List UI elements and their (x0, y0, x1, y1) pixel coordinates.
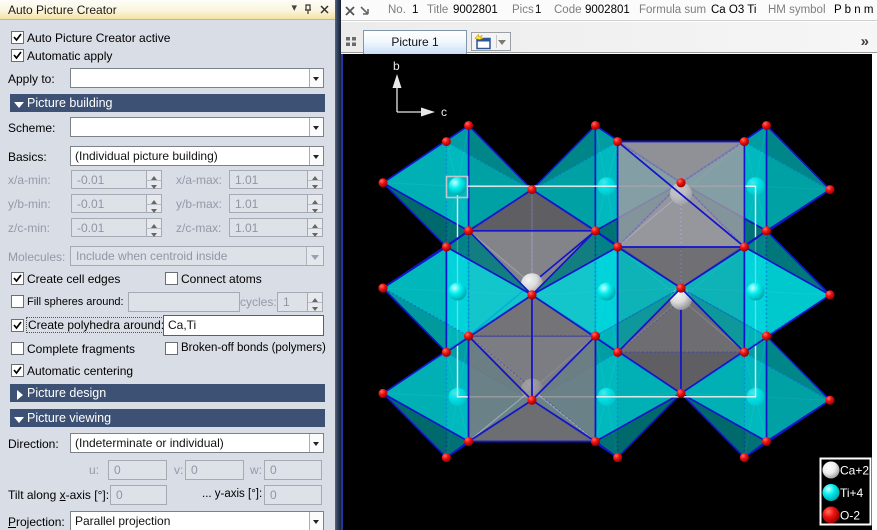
svg-text:O-2: O-2 (840, 509, 860, 523)
svg-text:Ca+2: Ca+2 (840, 464, 869, 478)
svg-text:c: c (441, 105, 447, 119)
svg-text:Ti+4: Ti+4 (840, 486, 864, 500)
svg-text:b: b (393, 59, 400, 73)
